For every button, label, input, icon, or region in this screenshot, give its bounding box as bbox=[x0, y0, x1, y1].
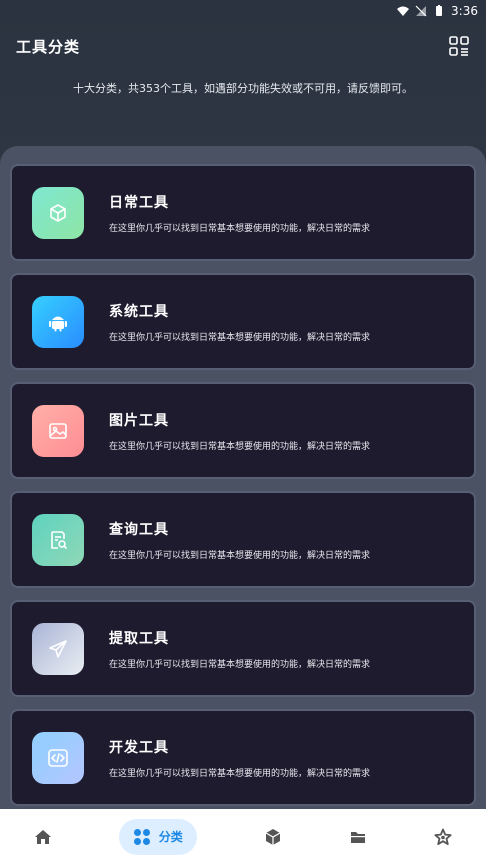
category-name: 系统工具 bbox=[109, 303, 169, 320]
category-summary: 十大分类，共353个工具，如遇部分功能失效或不可用，请反馈即可。 bbox=[73, 82, 413, 95]
category-desc: 在这里你几乎可以找到日常基本想要使用的功能，解决日常的需求 bbox=[109, 332, 371, 343]
category-card-system[interactable]: 系统工具 在这里你几乎可以找到日常基本想要使用的功能，解决日常的需求 bbox=[12, 275, 474, 368]
category-card-dev[interactable]: 开发工具 在这里你几乎可以找到日常基本想要使用的功能，解决日常的需求 bbox=[12, 711, 474, 804]
nav-folder[interactable] bbox=[349, 819, 367, 855]
nav-category[interactable]: 分类 bbox=[118, 818, 197, 855]
category-name: 查询工具 bbox=[109, 521, 169, 538]
category-name: 图片工具 bbox=[109, 412, 169, 429]
category-desc: 在这里你几乎可以找到日常基本想要使用的功能，解决日常的需求 bbox=[109, 659, 371, 670]
category-card-daily[interactable]: 日常工具 在这里你几乎可以找到日常基本想要使用的功能，解决日常的需求 bbox=[12, 166, 474, 259]
category-card-extract[interactable]: 提取工具 在这里你几乎可以找到日常基本想要使用的功能，解决日常的需求 bbox=[12, 602, 474, 695]
category-dots-icon bbox=[133, 828, 150, 845]
battery-icon bbox=[436, 5, 443, 16]
status-bar: 3:36 bbox=[0, 0, 486, 22]
cube-icon bbox=[32, 186, 84, 239]
category-card-query[interactable]: 查询工具 在这里你几乎可以找到日常基本想要使用的功能，解决日常的需求 bbox=[12, 493, 474, 586]
category-name: 开发工具 bbox=[109, 739, 169, 756]
send-icon bbox=[32, 622, 84, 675]
app-header: 工具分类 bbox=[0, 30, 486, 62]
page-title: 工具分类 bbox=[16, 37, 81, 56]
box-icon bbox=[265, 828, 281, 845]
grid-list-icon[interactable] bbox=[448, 35, 470, 57]
nav-favorites[interactable] bbox=[434, 819, 452, 855]
android-icon bbox=[32, 295, 84, 348]
category-desc: 在这里你几乎可以找到日常基本想要使用的功能，解决日常的需求 bbox=[109, 441, 371, 452]
folder-icon bbox=[351, 831, 366, 843]
nav-home[interactable] bbox=[34, 819, 52, 855]
star-icon bbox=[434, 828, 452, 845]
image-icon bbox=[32, 404, 84, 457]
code-icon bbox=[32, 731, 84, 784]
nav-category-label: 分类 bbox=[158, 830, 183, 844]
signal-off-icon bbox=[415, 5, 427, 17]
wifi-icon bbox=[397, 6, 410, 16]
category-desc: 在这里你几乎可以找到日常基本想要使用的功能，解决日常的需求 bbox=[109, 550, 371, 561]
document-search-icon bbox=[32, 513, 84, 566]
category-desc: 在这里你几乎可以找到日常基本想要使用的功能，解决日常的需求 bbox=[109, 223, 371, 234]
bottom-nav: 分类 bbox=[0, 809, 486, 864]
status-time: 3:36 bbox=[451, 4, 478, 18]
category-card-image[interactable]: 图片工具 在这里你几乎可以找到日常基本想要使用的功能，解决日常的需求 bbox=[12, 384, 474, 477]
home-icon bbox=[34, 829, 51, 844]
category-desc: 在这里你几乎可以找到日常基本想要使用的功能，解决日常的需求 bbox=[109, 768, 371, 779]
category-panel: 日常工具 在这里你几乎可以找到日常基本想要使用的功能，解决日常的需求 系统工具 … bbox=[0, 146, 486, 809]
category-name: 日常工具 bbox=[109, 194, 169, 211]
nav-toolbox[interactable] bbox=[264, 819, 282, 855]
category-name: 提取工具 bbox=[109, 630, 169, 647]
